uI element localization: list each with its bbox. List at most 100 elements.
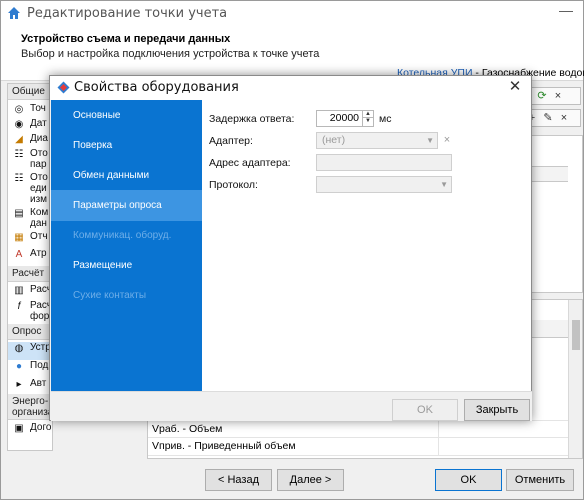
dialog-nav: Основные Поверка Обмен данными Параметры… (51, 100, 202, 391)
adapter-label: Адаптер: (209, 135, 253, 147)
adapter-value: (нет) (322, 134, 346, 146)
tree-group-general[interactable]: Общие (8, 84, 52, 100)
dialog-footer: OK Закрыть (51, 391, 532, 421)
next-button[interactable]: Далее > (277, 469, 344, 491)
minimize-button[interactable]: — (557, 3, 575, 21)
protocol-dropdown: ▼ (316, 176, 452, 193)
table-cell: Vраб. - Объем (152, 423, 223, 435)
cell-divider (438, 421, 439, 439)
scroll-thumb[interactable] (572, 320, 580, 350)
tree-item[interactable]: ▦ Отч (8, 231, 52, 248)
nav-item-placement[interactable]: Размещение (51, 250, 202, 281)
window-title: Редактирование точки учета (27, 6, 228, 21)
chart-icon: ◢ (15, 134, 23, 145)
wizard-footer: < Назад Далее > OK Отменить (1, 461, 583, 499)
location-icon: ◎ (14, 104, 24, 115)
report-icon: ▦ (14, 232, 24, 243)
tree-group-poll[interactable]: Опрос (8, 324, 52, 340)
clear-icon: × (443, 134, 451, 146)
dialog-title-bar: Свойства оборудования ✕ (50, 76, 531, 100)
tree-item[interactable]: f Расч фор (8, 300, 52, 324)
tree-item[interactable]: ☷ Ото пар (8, 148, 52, 172)
grid-scrollbar[interactable] (568, 300, 582, 458)
chevron-down-icon: ▼ (440, 180, 448, 189)
dialog-close-button[interactable]: Закрыть (464, 399, 530, 421)
tree-item[interactable]: ◉ Дат (8, 118, 52, 133)
tree-item-label: Под (30, 360, 49, 371)
equipment-icon (57, 81, 70, 94)
tree-item-label: Атр (30, 248, 47, 259)
tree-item-label: Диа (30, 133, 48, 144)
tree-item[interactable]: ● Под (8, 360, 52, 378)
tree-item-selected[interactable]: ◍ Устр (8, 342, 52, 360)
spin-down-icon[interactable]: ▼ (363, 118, 373, 125)
delay-unit: мс (379, 113, 392, 125)
calculator-icon: ▥ (14, 285, 24, 296)
tree-item[interactable]: ▤ Ком дан (8, 207, 52, 231)
table-row[interactable]: Vраб. - Объем (148, 420, 568, 439)
nav-item-basic[interactable]: Основные (51, 100, 202, 131)
back-button[interactable]: < Назад (205, 469, 272, 491)
tree-item[interactable]: A Атр (8, 248, 52, 266)
dialog-title: Свойства оборудования (74, 80, 239, 95)
tree-item-label: Дат (30, 118, 47, 129)
tree-item-label: Авт (30, 378, 47, 389)
nav-item-comm-equipment: Коммуникац. оборуд. (73, 230, 172, 241)
nav-item-verification[interactable]: Поверка (51, 130, 202, 161)
document-icon: ▤ (14, 208, 24, 219)
delete-icon[interactable]: × (551, 89, 565, 103)
header-title: Устройство съема и передачи данных (21, 33, 231, 45)
adapter-dropdown: (нет) ▼ × (316, 132, 450, 149)
close-icon[interactable]: ✕ (507, 79, 523, 95)
dialog-content: Задержка ответа: 20000 ▲ ▼ мс Адаптер: (… (202, 100, 531, 391)
nav-item-data-exchange[interactable]: Обмен данными (51, 160, 202, 191)
adapter-address-label: Адрес адаптера: (209, 157, 291, 169)
connection-icon: ● (15, 361, 23, 372)
device-icon: ◍ (14, 343, 24, 354)
tree-group-calc[interactable]: Расчёт (8, 266, 52, 282)
tree-item[interactable]: ▥ Расч (8, 284, 52, 300)
spin-buttons[interactable]: ▲ ▼ (362, 111, 373, 126)
table-row[interactable]: Vприв. - Приведенный объем (148, 438, 568, 456)
protocol-label: Протокол: (209, 179, 258, 191)
tree-item-label: Ото пар (30, 148, 48, 170)
tree-item-label: Отч (30, 231, 48, 242)
tree-group-org[interactable]: Энерго- организация (8, 394, 52, 420)
spin-up-icon[interactable]: ▲ (363, 111, 373, 118)
equipment-properties-dialog: Свойства оборудования ✕ Основные Поверка… (49, 75, 532, 421)
chevron-down-icon: ▼ (426, 136, 434, 145)
tree-item[interactable]: ◢ Диа (8, 133, 52, 148)
tree-item[interactable]: ▸ Авт (8, 378, 52, 394)
formula-icon: f (17, 301, 21, 312)
tree-item-label: Ком дан (30, 207, 49, 229)
delay-spinner[interactable]: 20000 ▲ ▼ (316, 110, 374, 127)
delete-icon[interactable]: × (557, 111, 571, 125)
list-icon: ☷ (14, 173, 24, 184)
wizard-header: Устройство съема и передачи данных Выбор… (1, 27, 584, 81)
list-icon: ☷ (14, 149, 24, 160)
title-bar: Редактирование точки учета — (1, 1, 583, 27)
auto-poll-icon: ▸ (16, 379, 22, 390)
adapter-address-field (316, 154, 452, 171)
tree-item-label: Договор (30, 422, 52, 433)
tree-item[interactable]: ☷ Ото еди изм (8, 172, 52, 207)
tree-item-label: Устр (30, 342, 51, 353)
navigation-tree: Общие ◎ Точ ◉ Дат ◢ Диа ☷ Ото пар ☷ Ото еди и… (7, 83, 53, 451)
dialog-ok-button: OK (392, 399, 458, 421)
refresh-icon[interactable]: ⟳ (535, 89, 549, 103)
delay-value: 20000 (329, 112, 359, 124)
home-icon (8, 7, 20, 19)
attribute-icon: A (15, 249, 23, 260)
header-subtitle: Выбор и настройка подключения устройства… (21, 48, 320, 60)
sensor-icon: ◉ (14, 119, 24, 130)
edit-icon[interactable]: ✎ (541, 111, 555, 125)
tree-item[interactable]: ▣ Договор (8, 422, 52, 438)
nav-item-poll-params[interactable]: Параметры опроса (51, 190, 202, 221)
tree-item-label: Точ (30, 103, 46, 114)
cancel-button[interactable]: Отменить (506, 469, 574, 491)
tree-item[interactable]: ◎ Точ (8, 103, 52, 118)
delay-label: Задержка ответа: (209, 113, 295, 125)
table-cell: Vприв. - Приведенный объем (152, 440, 296, 452)
tree-item-label: Ото еди изм (30, 172, 48, 205)
ok-button[interactable]: OK (435, 469, 502, 491)
